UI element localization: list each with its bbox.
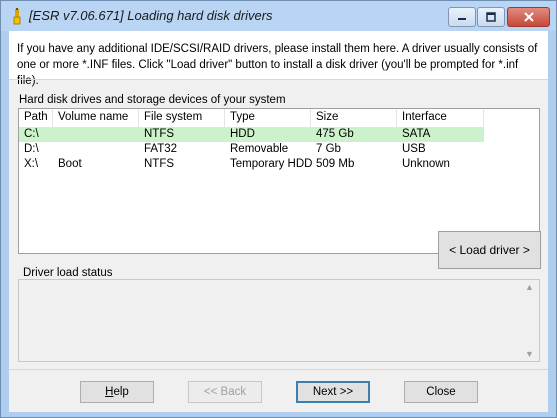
column-header-volume-name[interactable]: Volume name [53, 109, 139, 127]
devices-list-header: Path Volume name File system Type Size I… [19, 109, 539, 127]
table-row[interactable]: X:\ Boot NTFS Temporary HDD 509 Mb Unkno… [19, 157, 484, 172]
column-header-interface[interactable]: Interface [397, 109, 484, 127]
driver-status-box[interactable]: ▲ ▼ [18, 279, 540, 362]
header-panel: If you have any additional IDE/SCSI/RAID… [9, 31, 548, 87]
scroll-down-icon[interactable]: ▼ [525, 349, 534, 359]
status-scrollbar[interactable]: ▲ ▼ [521, 281, 538, 360]
table-row[interactable]: D:\ FAT32 Removable 7 Gb USB [19, 142, 484, 157]
header-description: If you have any additional IDE/SCSI/RAID… [17, 43, 538, 87]
cell-type: Temporary HDD [230, 158, 313, 170]
devices-list-label: Hard disk drives and storage devices of … [19, 94, 286, 106]
cell-file-system: NTFS [144, 128, 175, 140]
column-header-file-system[interactable]: File system [139, 109, 225, 127]
cell-size: 7 Gb [316, 143, 341, 155]
column-header-size[interactable]: Size [311, 109, 397, 127]
help-button[interactable]: Help [80, 381, 154, 403]
close-button[interactable]: Close [404, 381, 478, 403]
maximize-button[interactable] [477, 7, 505, 27]
cell-volume-name: Boot [58, 158, 82, 170]
column-header-path[interactable]: Path [19, 109, 53, 127]
cell-size: 509 Mb [316, 158, 355, 170]
cell-interface: Unknown [402, 158, 450, 170]
cell-size: 475 Gb [316, 128, 354, 140]
app-icon [13, 8, 21, 25]
close-window-button[interactable] [507, 7, 550, 27]
cell-interface: SATA [402, 128, 431, 140]
header-divider [9, 79, 548, 80]
dialog-body: If you have any additional IDE/SCSI/RAID… [9, 31, 548, 412]
cell-type: HDD [230, 128, 255, 140]
minimize-button[interactable] [448, 7, 476, 27]
cell-type: Removable [230, 143, 289, 155]
cell-path: X:\ [24, 158, 39, 170]
back-button[interactable]: << Back [188, 381, 262, 403]
installer-window: [ESR v7.06.671] Loading hard disk driver… [0, 0, 557, 418]
close-icon [523, 12, 534, 22]
window-title: [ESR v7.06.671] Loading hard disk driver… [29, 8, 273, 23]
column-header-type[interactable]: Type [225, 109, 311, 127]
cell-file-system: NTFS [144, 158, 175, 170]
minimize-icon [458, 18, 466, 20]
maximize-icon [486, 12, 496, 22]
cell-path: D:\ [24, 143, 39, 155]
cell-file-system: FAT32 [144, 143, 178, 155]
footer-divider [9, 369, 548, 370]
table-row[interactable]: C:\ NTFS HDD 475 Gb SATA [19, 127, 484, 142]
next-button[interactable]: Next >> [296, 381, 370, 403]
load-driver-button[interactable]: < Load driver > [438, 231, 541, 269]
scroll-up-icon[interactable]: ▲ [525, 282, 534, 292]
cell-interface: USB [402, 143, 426, 155]
cell-path: C:\ [24, 128, 39, 140]
driver-status-label: Driver load status [23, 267, 113, 279]
title-bar[interactable]: [ESR v7.06.671] Loading hard disk driver… [1, 1, 556, 31]
